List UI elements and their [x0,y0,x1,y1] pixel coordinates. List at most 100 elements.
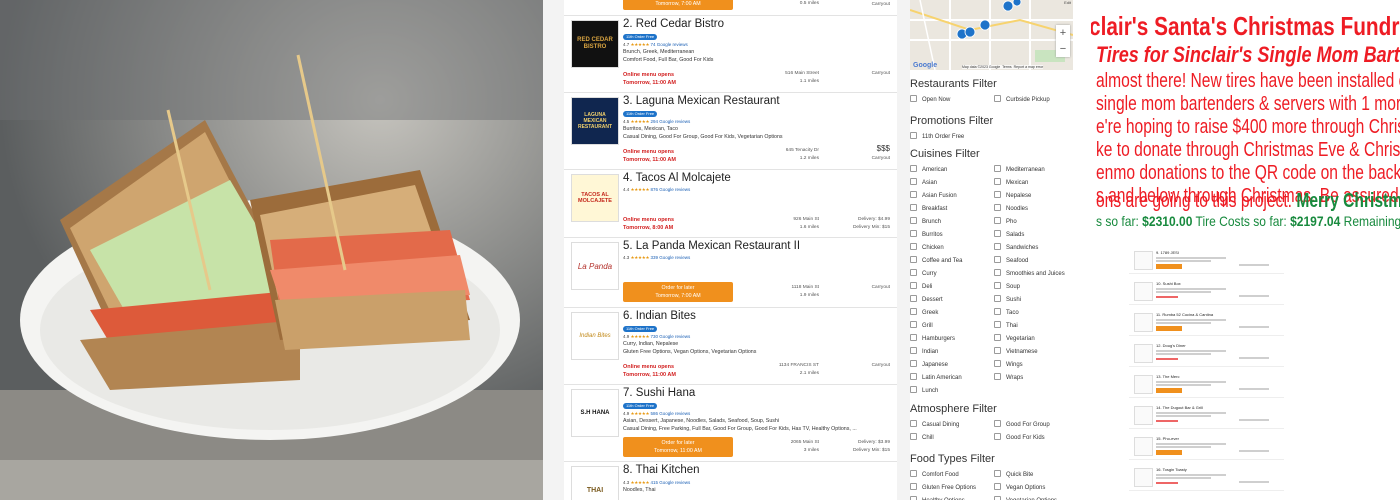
restaurant-name[interactable]: 2. Red Cedar Bistro [623,18,724,30]
checkbox[interactable] [910,132,917,139]
filter-option[interactable]: Seafood [994,256,1028,265]
list-item[interactable]: Indian Bites 6. Indian Bites 11th Order … [564,307,897,385]
checkbox[interactable] [910,243,917,250]
filter-option[interactable]: Wraps [994,373,1023,382]
checkbox[interactable] [910,420,917,427]
list-item[interactable]: THAI 8. Thai Kitchen 4.3 ★★★★★ 415 Googl… [564,461,897,500]
thumb-list-item[interactable]: 15. Pho-ever [1129,434,1284,460]
map-edit[interactable]: Edit [1064,0,1071,5]
checkbox[interactable] [910,386,917,393]
checkbox[interactable] [994,373,1001,380]
thumb-list-item[interactable]: 10. Sushi Box [1129,279,1284,305]
filter-option[interactable]: Wings [994,360,1023,369]
list-item[interactable]: RED CEDAR BISTRO 2. Red Cedar Bistro 11t… [564,15,897,93]
checkbox[interactable] [994,204,1001,211]
filter-11th-order[interactable]: 11th Order Free [910,132,964,141]
filter-option[interactable]: Nepalese [994,191,1031,200]
checkbox[interactable] [910,178,917,185]
filter-option[interactable]: Burritos [910,230,943,239]
restaurant-name[interactable]: 6. Indian Bites [623,310,696,322]
checkbox[interactable] [910,230,917,237]
checkbox[interactable] [994,470,1001,477]
map[interactable]: + − Edit Google Map data ©2023 Google Te… [910,0,1073,70]
list-item[interactable]: LAGUNA MEXICAN RESTAURANT 3. Laguna Mexi… [564,92,897,170]
filter-option[interactable]: American [910,165,947,174]
filter-option[interactable]: Hamburgers [910,334,955,343]
order-for-later-button[interactable]: Order for later Tomorrow, 11:00 AM [623,437,733,457]
filter-option[interactable]: Latin American [910,373,962,382]
checkbox[interactable] [994,295,1001,302]
thumb-list-item[interactable]: 14. The Dugout Bar & Grill [1129,403,1284,429]
restaurant-logo[interactable]: S.H HANA [571,389,619,437]
checkbox[interactable] [910,204,917,211]
filter-curbside[interactable]: Curbside Pickup [994,95,1050,104]
thumb-list-item[interactable]: 9. 1789 JESI [1129,248,1284,274]
filter-option[interactable]: Gluten Free Options [910,483,976,492]
checkbox[interactable] [994,282,1001,289]
reviews-link[interactable]: 74 Google reviews [650,42,687,47]
checkbox[interactable] [910,496,917,500]
reviews-link[interactable]: 339 Google reviews [650,255,690,260]
checkbox[interactable] [994,496,1001,500]
checkbox[interactable] [910,308,917,315]
filter-option[interactable]: Vietnamese [994,347,1038,356]
filter-option[interactable]: Deli [910,282,932,291]
checkbox[interactable] [910,295,917,302]
filter-option[interactable]: Curry [910,269,937,278]
reviews-link[interactable]: 876 Google reviews [650,187,690,192]
checkbox[interactable] [910,360,917,367]
checkbox[interactable] [910,165,917,172]
checkbox[interactable] [994,347,1001,354]
restaurant-logo[interactable]: TACOS AL MOLCAJETE [571,174,619,222]
restaurant-logo[interactable]: Indian Bites [571,312,619,360]
checkbox[interactable] [910,433,917,440]
restaurant-name[interactable]: 4. Tacos Al Molcajete [623,172,731,184]
checkbox[interactable] [910,483,917,490]
zoom-out-button[interactable]: − [1056,41,1070,57]
thumb-list-item[interactable]: 16. Tosgin Toasty [1129,465,1284,491]
checkbox[interactable] [994,334,1001,341]
filter-option[interactable]: Dessert [910,295,943,304]
filter-option[interactable]: Coffee and Tea [910,256,962,265]
restaurant-logo[interactable]: LAGUNA MEXICAN RESTAURANT [571,97,619,145]
filter-option[interactable]: Vegetarian [994,334,1035,343]
checkbox[interactable] [910,334,917,341]
checkbox[interactable] [994,165,1001,172]
restaurant-logo[interactable]: La Panda [571,242,619,290]
restaurant-name[interactable]: 3. Laguna Mexican Restaurant [623,95,780,107]
filter-option[interactable]: Soup [994,282,1020,291]
filter-option[interactable]: Vegetarian Options [994,496,1057,500]
order-for-later-button[interactable]: Tomorrow, 7:00 AM [623,0,733,10]
filter-option[interactable]: Pho [994,217,1017,226]
filter-option[interactable]: Japanese [910,360,948,369]
filter-option[interactable]: Good For Kids [994,433,1045,442]
checkbox[interactable] [994,433,1001,440]
checkbox[interactable] [910,282,917,289]
checkbox[interactable] [994,95,1001,102]
checkbox[interactable] [910,347,917,354]
restaurant-name[interactable]: 7. Sushi Hana [623,387,695,399]
checkbox[interactable] [994,243,1001,250]
checkbox[interactable] [994,360,1001,367]
restaurant-logo[interactable]: THAI [571,466,619,500]
restaurant-logo[interactable]: RED CEDAR BISTRO [571,20,619,68]
reviews-link[interactable]: 294 Google reviews [650,119,690,124]
map-report-link[interactable]: Report a map error [1014,65,1044,69]
filter-option[interactable]: Chill [910,433,934,442]
reviews-link[interactable]: 586 Google reviews [650,411,690,416]
filter-option[interactable]: Taco [994,308,1019,317]
checkbox[interactable] [994,321,1001,328]
checkbox[interactable] [910,470,917,477]
filter-option[interactable]: Casual Dining [910,420,959,429]
filter-option[interactable]: Mexican [994,178,1028,187]
list-item[interactable]: TACOS AL MOLCAJETE 4. Tacos Al Molcajete… [564,169,897,238]
checkbox[interactable] [910,321,917,328]
filter-option[interactable]: Mediterranean [994,165,1045,174]
thumb-list-item[interactable]: 11. Rumba 52 Cocina & Cantina [1129,310,1284,336]
checkbox[interactable] [994,483,1001,490]
restaurant-name[interactable]: 5. La Panda Mexican Restaurant II [623,240,800,252]
checkbox[interactable] [910,217,917,224]
checkbox[interactable] [994,217,1001,224]
filter-option[interactable]: Asian Fusion [910,191,957,200]
checkbox[interactable] [994,178,1001,185]
